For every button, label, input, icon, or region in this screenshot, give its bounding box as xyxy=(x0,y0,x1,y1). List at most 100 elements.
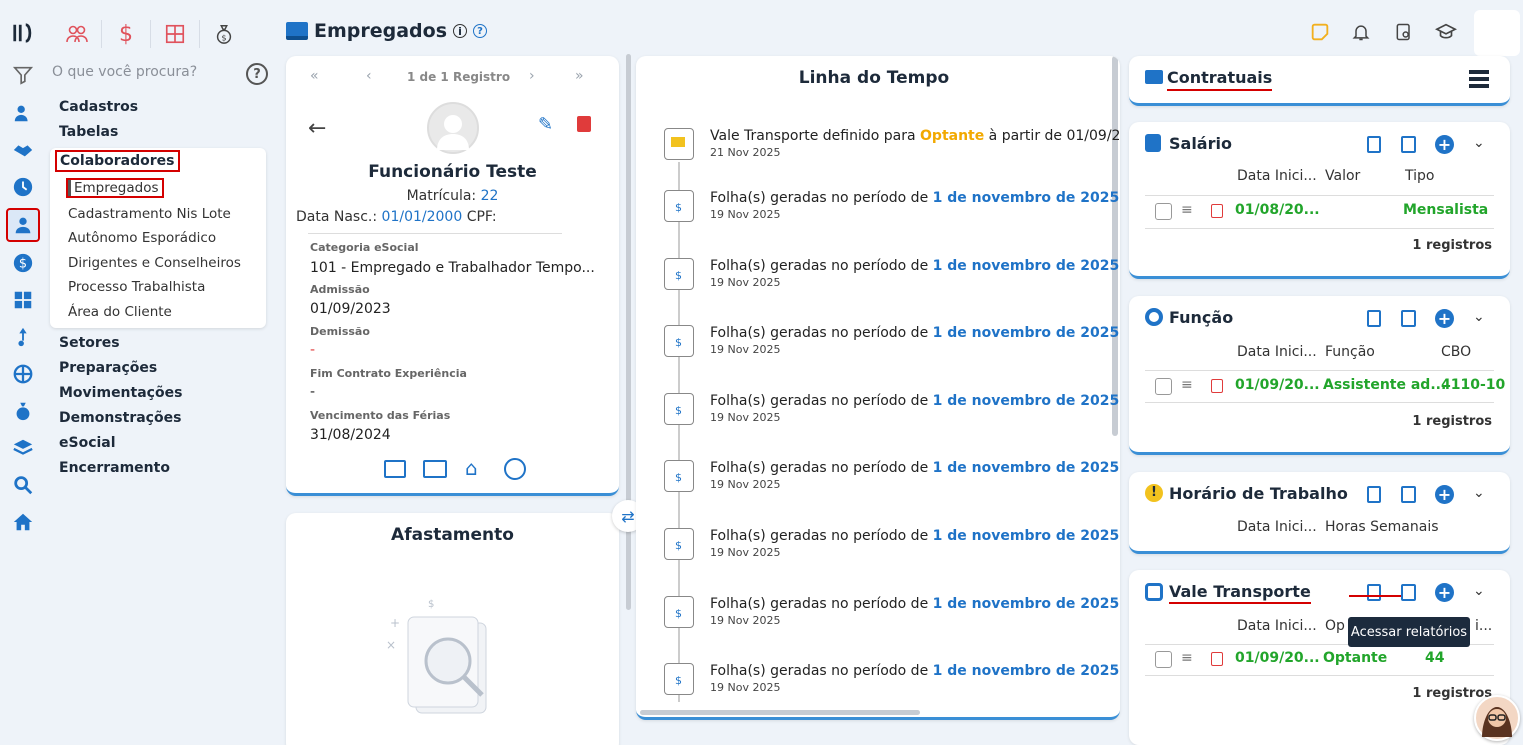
graduation-cap-icon[interactable] xyxy=(1432,18,1460,46)
app-logo[interactable] xyxy=(10,20,36,46)
report-search-icon[interactable] xyxy=(1367,486,1381,503)
payroll-icon: $ xyxy=(664,393,694,425)
sticky-note-icon[interactable] xyxy=(1306,18,1334,46)
column-header[interactable]: Data Inici... xyxy=(1237,344,1317,360)
first-page-button[interactable]: « xyxy=(310,68,319,84)
help-small-icon[interactable]: ? xyxy=(473,24,488,38)
chevron-down-icon[interactable]: ⌄ xyxy=(1473,135,1485,151)
report-search-icon[interactable] xyxy=(1367,136,1381,153)
chevron-down-icon[interactable]: ⌄ xyxy=(1473,309,1485,325)
column-header[interactable]: Valor xyxy=(1325,168,1360,184)
trash-icon[interactable] xyxy=(1211,652,1223,666)
dollar-icon[interactable]: $ xyxy=(112,20,140,48)
add-icon[interactable]: + xyxy=(1435,485,1454,504)
dollar-circle-icon[interactable]: $ xyxy=(10,250,36,276)
column-header[interactable]: CBO xyxy=(1441,344,1471,360)
menu-icon[interactable] xyxy=(1469,70,1489,88)
column-header[interactable]: i... xyxy=(1475,618,1492,634)
timeline-scrollbar[interactable] xyxy=(1112,56,1118,436)
calculator-table-icon[interactable] xyxy=(161,20,189,48)
edit-icon[interactable]: ✎ xyxy=(538,114,553,135)
column-header[interactable]: Data Inici... xyxy=(1237,168,1317,184)
menu-esocial[interactable]: eSocial xyxy=(59,435,116,451)
menu-tabelas[interactable]: Tabelas xyxy=(59,124,118,140)
menu-movimentacoes[interactable]: Movimentações xyxy=(59,385,182,401)
money-bag-icon[interactable] xyxy=(10,398,36,424)
funcao-title: Função xyxy=(1169,308,1234,327)
menu-colaboradores[interactable]: Colaboradores xyxy=(55,150,180,172)
menu-setores[interactable]: Setores xyxy=(59,335,120,351)
report-search-icon[interactable] xyxy=(1367,584,1381,601)
colaboradores-icon[interactable] xyxy=(6,208,40,242)
assistant-avatar[interactable] xyxy=(1474,695,1520,741)
report-icon[interactable] xyxy=(1401,136,1416,153)
user-cadastro-icon[interactable] xyxy=(10,100,36,126)
avatar-placeholder[interactable] xyxy=(1474,10,1520,56)
bell-icon[interactable] xyxy=(1347,18,1375,46)
handshake-icon[interactable] xyxy=(10,137,36,163)
salario-card: Salário + ⌄ Data Inici... Valor Tipo ≡ 0… xyxy=(1129,122,1510,279)
row-checkbox[interactable] xyxy=(1155,203,1172,220)
globe-icon[interactable] xyxy=(10,361,36,387)
submenu-dirigentes[interactable]: Dirigentes e Conselheiros xyxy=(68,255,241,271)
report-icon[interactable] xyxy=(1401,310,1416,327)
submenu-autonomo[interactable]: Autônomo Esporádico xyxy=(68,230,216,246)
svg-text:+: + xyxy=(390,616,400,630)
chevron-down-icon[interactable]: ⌄ xyxy=(1473,485,1485,501)
column-header[interactable]: Horas Semanais xyxy=(1325,519,1439,535)
document-search-icon[interactable] xyxy=(1390,18,1418,46)
menu-cadastros[interactable]: Cadastros xyxy=(59,99,138,115)
menu-encerramento[interactable]: Encerramento xyxy=(59,460,170,476)
add-icon[interactable]: + xyxy=(1435,583,1454,602)
users-icon[interactable] xyxy=(63,20,91,48)
next-page-button[interactable]: › xyxy=(529,68,535,84)
drag-handle-icon[interactable]: ≡ xyxy=(1181,377,1193,393)
submenu-processo-trabalhista[interactable]: Processo Trabalhista xyxy=(68,279,205,295)
clock-icon[interactable] xyxy=(10,174,36,200)
column-header[interactable]: Op xyxy=(1325,618,1345,634)
newspaper-icon[interactable] xyxy=(384,460,406,478)
info-icon[interactable]: i xyxy=(453,24,468,38)
column-header[interactable]: Tipo xyxy=(1405,168,1434,184)
search-icon[interactable] xyxy=(10,472,36,498)
column-header[interactable]: Função xyxy=(1325,344,1375,360)
report-icon[interactable] xyxy=(1401,486,1416,503)
submenu-area-cliente[interactable]: Área do Cliente xyxy=(68,304,172,320)
layers-icon[interactable] xyxy=(10,435,36,461)
money-bag-outline-icon[interactable]: $ xyxy=(210,20,238,48)
afastamento-title: Afastamento xyxy=(391,525,514,545)
column-header[interactable]: Data Inici... xyxy=(1237,519,1317,535)
column-header[interactable]: Data Inici... xyxy=(1237,618,1317,634)
menu-preparacoes[interactable]: Preparações xyxy=(59,360,157,376)
drag-handle-icon[interactable]: ≡ xyxy=(1181,650,1193,666)
submenu-cadastramento-nis[interactable]: Cadastramento Nis Lote xyxy=(68,206,231,222)
prev-page-button[interactable]: ‹ xyxy=(366,68,372,84)
trash-icon[interactable] xyxy=(1211,204,1223,218)
tooltip: Acessar relatórios xyxy=(1348,617,1470,647)
chevron-down-icon[interactable]: ⌄ xyxy=(1473,583,1485,599)
submenu-empregados[interactable]: Empregados xyxy=(66,178,164,198)
report-search-icon[interactable] xyxy=(1367,310,1381,327)
report-icon[interactable] xyxy=(1401,584,1416,601)
row-checkbox[interactable] xyxy=(1155,378,1172,395)
row-checkbox[interactable] xyxy=(1155,651,1172,668)
search-input[interactable]: O que você procura? xyxy=(52,64,272,84)
id-card-icon[interactable] xyxy=(423,460,447,478)
bank-icon[interactable]: ⌂ xyxy=(465,458,478,478)
delete-icon[interactable] xyxy=(577,116,591,132)
filter-icon[interactable] xyxy=(10,62,36,88)
help-icon[interactable]: ? xyxy=(246,63,268,85)
add-icon[interactable]: + xyxy=(1435,135,1454,154)
menu-demonstracoes[interactable]: Demonstrações xyxy=(59,410,181,426)
page-title-wrap: Empregados i ? xyxy=(286,20,488,42)
calculator-icon[interactable] xyxy=(10,287,36,313)
preparacoes-icon[interactable] xyxy=(10,324,36,350)
back-arrow-icon[interactable]: ← xyxy=(308,116,326,141)
home-icon[interactable] xyxy=(10,509,36,535)
last-page-button[interactable]: » xyxy=(575,68,584,84)
timeline-hscrollbar[interactable] xyxy=(640,710,920,715)
trash-icon[interactable] xyxy=(1211,379,1223,393)
power-icon[interactable] xyxy=(504,458,526,480)
drag-handle-icon[interactable]: ≡ xyxy=(1181,202,1193,218)
add-icon[interactable]: + xyxy=(1435,309,1454,328)
